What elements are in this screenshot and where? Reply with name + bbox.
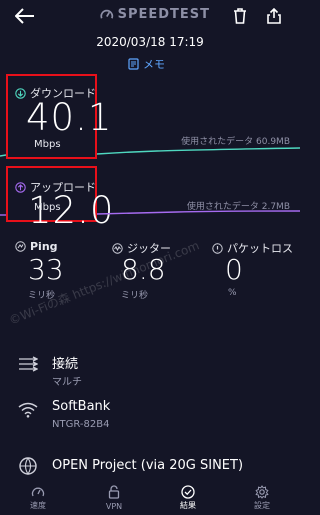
nav-speed-label: 速度 (30, 501, 46, 510)
download-graph-line-left (0, 154, 6, 157)
gear-icon (255, 485, 269, 499)
bottom-nav: 速度 VPN 結果 設定 (0, 479, 300, 515)
network-row: SoftBank NTGR-82B4 (0, 394, 300, 432)
connection-row: 接続 マルチ (0, 348, 300, 388)
download-speed-value: 40.1 (26, 96, 113, 139)
connection-title: 接続 (52, 357, 79, 372)
back-arrow-icon (15, 8, 34, 24)
upload-graph-line-left (0, 214, 6, 216)
ping-icon (15, 241, 26, 252)
nav-vpn-label: VPN (105, 502, 123, 511)
upload-graph-line (97, 210, 300, 215)
share-button[interactable] (262, 4, 286, 28)
server-title: OPEN Project (via 20G SINET) (52, 458, 244, 473)
download-arrow-icon (15, 87, 26, 99)
check-circle-icon (181, 485, 195, 499)
lock-icon (108, 485, 120, 499)
nav-speed[interactable]: 速度 (8, 485, 68, 515)
globe-icon (19, 457, 37, 475)
upload-arrow-icon (15, 181, 26, 193)
download-unit: Mbps (34, 139, 61, 150)
memo-label: メモ (143, 58, 165, 71)
speed-gauge-icon (31, 487, 45, 497)
nav-settings-label: 設定 (254, 501, 270, 510)
memo-icon (128, 58, 139, 70)
share-icon (267, 8, 281, 24)
brand-name: SPEEDTEST (117, 6, 210, 22)
server-row: OPEN Project (via 20G SINET) (0, 454, 300, 476)
network-title: SoftBank (52, 399, 111, 414)
packet-loss-unit: % (228, 288, 237, 298)
connection-subtitle: マルチ (52, 377, 82, 388)
nav-results-label: 結果 (180, 501, 196, 510)
speedometer-logo-icon (100, 9, 114, 19)
packet-loss-value: 0 (225, 253, 243, 286)
packet-loss-icon (212, 242, 223, 254)
nav-settings[interactable]: 設定 (232, 485, 292, 515)
test-datetime: 2020/03/18 17:19 (96, 35, 204, 49)
memo-button[interactable]: メモ (128, 56, 165, 72)
download-graph-line (97, 147, 300, 155)
nav-results[interactable]: 結果 (158, 485, 218, 515)
delete-button[interactable] (228, 4, 252, 28)
ping-label: Ping (30, 240, 58, 253)
speedtest-logo: SPEEDTEST (100, 5, 210, 23)
network-subtitle: NTGR-82B4 (52, 419, 110, 430)
connections-icon (19, 356, 38, 372)
nav-vpn[interactable]: VPN (84, 485, 144, 515)
ping-value: 33 (28, 253, 64, 286)
wifi-icon (18, 402, 38, 418)
upload-unit-visible: Mbps (34, 202, 61, 213)
trash-icon (234, 8, 246, 24)
back-button[interactable] (8, 4, 42, 28)
ping-label-row: Ping (15, 240, 58, 253)
jitter-icon (112, 242, 123, 254)
jitter-unit: ミリ秒 (121, 291, 149, 301)
